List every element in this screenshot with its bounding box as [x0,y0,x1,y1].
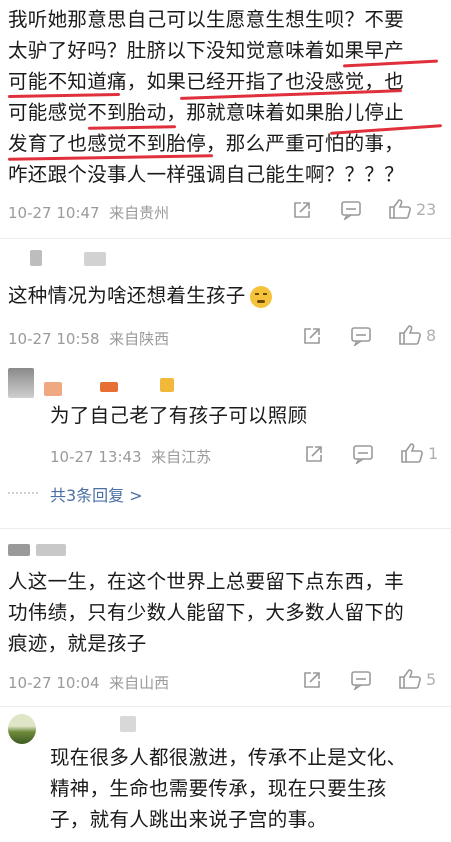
comment-5-line: 子，就有人跳出来说子宫的事。 [50,808,328,831]
username [120,716,136,732]
avatar [30,250,42,266]
like-button[interactable]: 5 [398,668,436,690]
divider [0,528,451,529]
comment-2-meta: 10-27 10:58 来自陕西 [8,328,169,349]
reply-meta: 10-27 13:43 来自江苏 [50,446,211,467]
comment-4-line: 功伟绩，只有少数人能留下，大多数人留下的 [8,601,405,624]
location: 来自江苏 [151,448,212,466]
comment-4-line: 人这一生，在这个世界上总要留下点东西，丰 [8,570,405,593]
like-button[interactable]: 1 [400,442,438,464]
reply-username [44,382,62,396]
share-icon [304,672,320,688]
share-button[interactable] [304,444,324,464]
comment-button[interactable] [350,326,372,346]
face-emoji-icon [249,285,272,308]
location: 来自贵州 [109,204,170,222]
share-icon [304,328,320,344]
divider [0,238,451,239]
comment-1-line: 太驴了好吗？肚脐以下没知觉意味着如果早产 [8,39,405,62]
timestamp: 10-27 13:43 [50,448,142,466]
like-icon [389,199,411,219]
comment-1-meta: 10-27 10:47 来自贵州 [8,202,169,223]
comment-icon [341,201,361,220]
comment-icon [351,671,371,690]
more-replies-link[interactable]: 共3条回复 > [50,482,143,506]
like-count: 1 [428,443,439,463]
avatar [8,544,30,556]
comment-button[interactable] [352,444,374,464]
reply-username [100,382,118,392]
location: 来自山西 [109,674,170,692]
like-count: 8 [426,325,437,345]
like-count: 23 [416,199,437,219]
comment-4-line: 痕迹，就是孩子 [8,632,147,655]
like-count: 5 [426,669,437,689]
comment-button[interactable] [340,200,362,220]
location: 来自陕西 [109,330,170,348]
like-icon [401,443,423,463]
timestamp: 10-27 10:58 [8,330,100,348]
comment-1-line: 可能感觉不到胎动，那就意味着如果胎儿停止 [8,101,405,124]
divider [0,706,451,707]
avatar [8,714,36,744]
comment-1-line: 咋还跟个没事人一样强调自己能生啊？？？？ [8,163,405,186]
share-button[interactable] [302,670,322,690]
comment-icon [351,327,371,346]
like-icon [399,325,421,345]
like-button[interactable]: 23 [388,198,436,220]
badge-icon [160,378,174,392]
comment-5-body: 现在很多人都很激进，传承不止是文化、 精神，生命也需要传承，现在只要生孩 子，就… [50,742,450,835]
reply-text: 为了自己老了有孩子可以照顾 [50,404,308,427]
timestamp: 10-27 10:04 [8,674,100,692]
comment-1-line: 我听她那意思自己可以生愿意生想生呗？不要 [8,8,405,31]
comment-icon [353,445,373,464]
username [36,544,66,556]
comment-4-body: 人这一生，在这个世界上总要留下点东西，丰 功伟绩，只有少数人能留下，大多数人留下… [8,566,448,659]
share-icon [294,202,310,218]
share-button[interactable] [292,200,312,220]
comment-5-line: 现在很多人都很激进，传承不止是文化、 [50,746,407,769]
comment-button[interactable] [350,670,372,690]
comment-4-meta: 10-27 10:04 来自山西 [8,672,169,693]
username [84,252,106,266]
share-icon [306,446,322,462]
timestamp: 10-27 10:47 [8,204,100,222]
reply-avatar [8,368,34,398]
comment-1-line: 发育了也感觉不到胎停，那么严重可怕的事， [8,132,405,155]
dashed-rule [8,492,38,494]
like-icon [399,669,421,689]
comment-2-text: 这种情况为啥还想着生孩子 [8,280,272,311]
comment-5-line: 精神，生命也需要传承，现在只要生孩 [50,777,387,800]
share-button[interactable] [302,326,322,346]
like-button[interactable]: 8 [398,324,436,346]
